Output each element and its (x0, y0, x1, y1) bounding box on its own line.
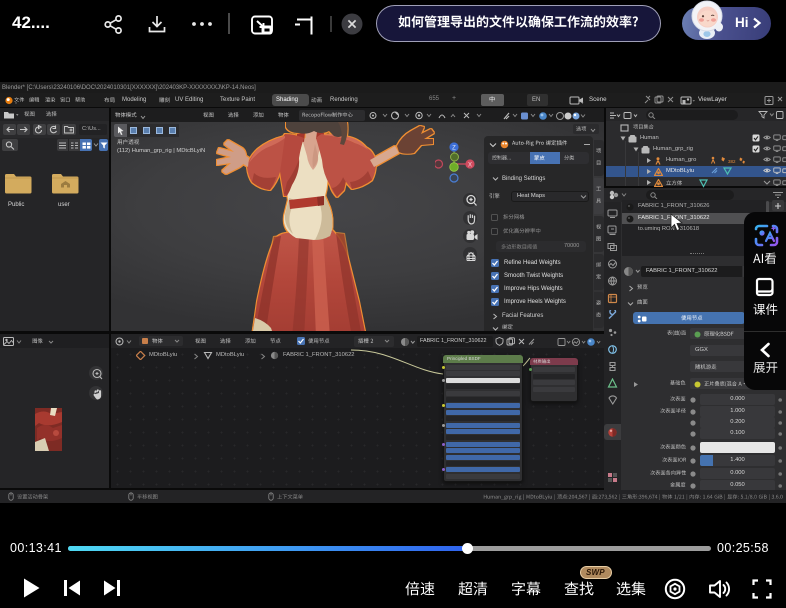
svg-text:382: 382 (728, 159, 736, 164)
svg-text:X: X (468, 162, 472, 168)
svg-text:Z: Z (452, 145, 456, 151)
